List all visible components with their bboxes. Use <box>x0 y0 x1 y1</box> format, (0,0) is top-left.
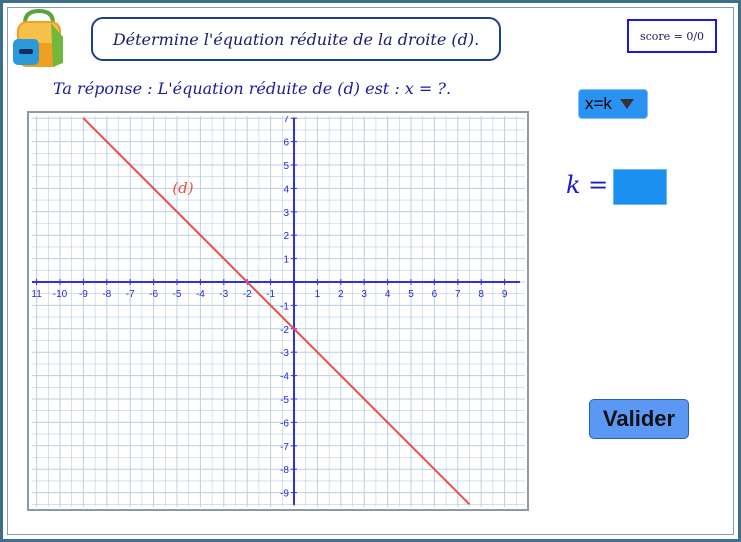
y-tick-label: -8 <box>280 465 289 476</box>
exercise-title: Détermine l'équation réduite de la droit… <box>91 17 501 61</box>
x-tick-label: 7 <box>455 289 461 300</box>
y-tick-label: 7 <box>283 116 289 125</box>
line-d-label: (d) <box>172 179 193 197</box>
y-tick-label: 6 <box>283 138 289 149</box>
y-tick-label: -4 <box>280 372 289 383</box>
equation-form-dropdown[interactable]: x=k <box>578 89 648 119</box>
x-tick-label: 8 <box>478 289 484 300</box>
y-tick-label: -2 <box>280 325 289 336</box>
x-tick-label: -8 <box>102 289 111 300</box>
x-tick-label: 6 <box>432 289 438 300</box>
x-tick-label: -7 <box>126 289 135 300</box>
y-tick-label: 3 <box>283 208 289 219</box>
y-tick-label: -7 <box>280 442 289 453</box>
x-tick-label: 5 <box>408 289 414 300</box>
y-tick-label: 5 <box>283 161 289 172</box>
x-tick-label: 3 <box>361 289 367 300</box>
score-display: score = 0/0 <box>627 19 717 53</box>
dropdown-selected-label: x=k <box>585 94 612 113</box>
answer-prompt: Ta réponse : L'équation réduite de (d) e… <box>53 79 452 98</box>
y-tick-label: -5 <box>280 395 289 406</box>
x-tick-label: -5 <box>173 289 182 300</box>
x-tick-label: 2 <box>338 289 344 300</box>
k-label: k = <box>566 171 609 199</box>
x-tick-label: -3 <box>219 289 228 300</box>
validate-button[interactable]: Valider <box>589 399 689 439</box>
x-tick-label: 4 <box>385 289 391 300</box>
y-tick-label: -9 <box>280 489 289 500</box>
app-window: Détermine l'équation réduite de la droit… <box>0 0 741 542</box>
line-d <box>82 117 471 506</box>
x-tick-label: -6 <box>149 289 158 300</box>
x-tick-label: 11 <box>32 289 42 300</box>
x-tick-label: -4 <box>196 289 205 300</box>
x-tick-label: -10 <box>53 289 68 300</box>
graph-plot: 11 -10 -9 -8 -7 -6 -5 -4 -3 -2 -1 1 2 3 4 5 6 7 8 9 7 6 5 4 3 2 1 -… <box>32 116 525 507</box>
x-tick-label: -1 <box>266 289 275 300</box>
y-tick-label: -3 <box>280 348 289 359</box>
graph-panel: 11 -10 -9 -8 -7 -6 -5 -4 -3 -2 -1 1 2 3 4 5 6 7 8 9 7 6 5 4 3 2 1 -… <box>27 111 529 511</box>
k-input-field[interactable] <box>613 169 667 205</box>
y-tick-label: -6 <box>280 418 289 429</box>
y-tick-label: 4 <box>283 184 289 195</box>
y-tick-label: 2 <box>283 231 289 242</box>
x-tick-label: 9 <box>502 289 508 300</box>
chevron-down-icon <box>619 99 634 109</box>
x-tick-label: -2 <box>243 289 252 300</box>
backpack-icon <box>13 9 63 67</box>
y-tick-label: 1 <box>283 255 289 266</box>
x-tick-label: 1 <box>315 289 321 300</box>
x-tick-label: -9 <box>79 289 88 300</box>
y-tick-label: -1 <box>280 301 289 312</box>
